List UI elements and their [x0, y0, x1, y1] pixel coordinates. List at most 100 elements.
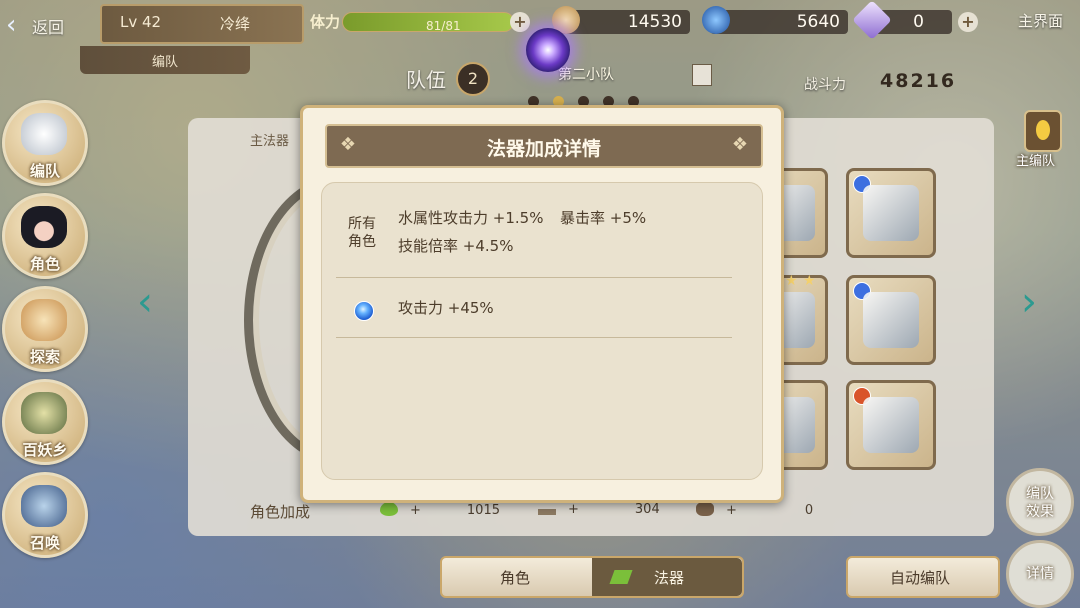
village-icon — [21, 392, 67, 434]
formation-number: 2 — [456, 62, 490, 96]
character-icon — [21, 206, 67, 248]
next-arrow-icon[interactable]: › — [1014, 278, 1044, 326]
add-stamina-button[interactable]: + — [510, 12, 530, 32]
main-team-button[interactable]: 主编队 — [1012, 108, 1068, 170]
main-team-label: 主编队 — [1016, 154, 1056, 169]
nav-summon[interactable]: 召唤 — [2, 472, 88, 558]
auto-team-label: 自动编队 — [890, 569, 951, 587]
auto-team-button[interactable]: 自动编队 — [846, 556, 1000, 598]
currency-coins-value: 14530 — [627, 12, 682, 32]
stat-hp: +1015 — [380, 502, 500, 518]
nav-village-label: 百妖乡 — [22, 441, 68, 459]
dialog-body: 所有角色 水属性攻击力 +1.5% 暴击率 +5% 技能倍率 +4.5% 攻击力… — [321, 182, 763, 480]
stamina-value: 81/81 — [426, 19, 461, 33]
tab-artifact-label: 法器 — [654, 569, 685, 587]
player-name: 冷绛 — [220, 15, 251, 33]
player-panel: Lv 42 冷绛 — [100, 4, 304, 44]
nav-explore-label: 探索 — [29, 348, 60, 366]
back-button[interactable]: ‹ 返回 — [0, 6, 90, 44]
stat-hp-value: 1015 — [466, 503, 500, 518]
tab-artifact[interactable]: 法器 — [592, 558, 742, 596]
currency-spirit-value: 5640 — [796, 12, 840, 32]
tab-character-label: 角色 — [500, 569, 531, 587]
currency-coins: 14530 — [552, 6, 690, 34]
bonus-row-all: 所有角色 水属性攻击力 +1.5% 暴击率 +5% 技能倍率 +4.5% — [336, 183, 732, 278]
currency-spirit: 5640 — [702, 6, 848, 34]
stamina-meter: 体力 81/81 — [308, 8, 530, 34]
nav-village[interactable]: 百妖乡 — [2, 379, 88, 465]
artifact-card[interactable] — [846, 168, 936, 258]
add-gem-button[interactable]: + — [958, 12, 978, 32]
bonus-atk: 攻击力 +45% — [398, 299, 494, 317]
stat-spd: +0 — [696, 502, 813, 518]
nav-explore[interactable]: 探索 — [2, 286, 88, 372]
crystal-icon — [852, 0, 892, 40]
prev-arrow-icon[interactable]: ‹ — [130, 278, 160, 326]
bonus-skill: 技能倍率 +4.5% — [398, 237, 514, 255]
role-bonus-label: 角色加成 — [250, 503, 311, 521]
player-level: Lv 42 — [120, 13, 162, 31]
star-icon: ★ — [785, 273, 798, 289]
team-tab-label: 编队 — [152, 55, 179, 70]
formation-header: 队伍 2 第二小队 — [400, 60, 740, 107]
left-nav: 编队 角色 探索 百妖乡 召唤 — [2, 100, 92, 565]
explore-icon — [21, 299, 67, 341]
bonus-water-atk: 水属性攻击力 +1.5% — [398, 209, 544, 227]
stamina-label: 体力 — [310, 13, 341, 31]
artifact-card[interactable] — [846, 275, 936, 365]
artifact-art — [863, 397, 919, 453]
bonus-category: 所有角色 — [348, 216, 376, 250]
bottom-tabs: 角色 法器 — [440, 556, 744, 598]
sparkle-orb-icon — [526, 28, 570, 72]
team-effect-button[interactable]: 编队效果 — [1006, 468, 1074, 536]
combat-power: 战斗力 48216 — [800, 70, 980, 100]
sword-icon — [538, 509, 556, 515]
detail-label: 详情 — [1026, 566, 1054, 582]
dialog-title: 法器加成详情 — [486, 138, 601, 160]
stat-plus: + — [410, 503, 421, 518]
bonus-crit: 暴击率 +5% — [560, 209, 647, 227]
main-screen-label: 主界面 — [1018, 12, 1064, 30]
nav-team[interactable]: 编队 — [2, 100, 88, 186]
team-effect-label: 编队效果 — [1026, 486, 1054, 520]
currency-gem-value: 0 — [913, 12, 924, 32]
blue-flame-icon — [702, 6, 730, 34]
bonus-row-water: 攻击力 +45% — [336, 277, 732, 338]
nav-character[interactable]: 角色 — [2, 193, 88, 279]
star-icon: ★ — [803, 273, 816, 289]
nav-summon-label: 召唤 — [29, 534, 60, 552]
artifact-leaf-icon — [609, 570, 633, 584]
back-label: 返回 — [32, 18, 65, 37]
stat-plus: + — [726, 503, 737, 518]
edit-name-icon[interactable] — [692, 64, 712, 86]
main-artifact-tag: 主法器 — [250, 134, 290, 149]
nav-character-label: 角色 — [29, 255, 60, 273]
stat-spd-value: 0 — [804, 503, 814, 518]
lantern-icon — [1024, 110, 1062, 152]
stat-atk-value: 304 — [634, 502, 660, 517]
tab-character[interactable]: 角色 — [442, 558, 590, 596]
combat-power-value: 48216 — [880, 70, 957, 92]
main-screen-button[interactable]: 主界面 — [1000, 0, 1080, 52]
stat-atk: +304 — [538, 502, 660, 517]
detail-button[interactable]: 详情 — [1006, 540, 1074, 608]
boot-icon — [696, 502, 714, 516]
team-icon — [21, 113, 67, 155]
artifact-art — [863, 185, 919, 241]
squad-name: 第二小队 — [558, 67, 614, 83]
nav-team-label: 编队 — [29, 162, 60, 180]
team-tab: 编队 — [80, 46, 250, 74]
chevron-left-icon: ‹ — [6, 10, 17, 40]
artifact-art — [863, 292, 919, 348]
water-element-icon — [354, 301, 374, 321]
formation-label: 队伍 — [406, 68, 446, 92]
artifact-card[interactable] — [846, 380, 936, 470]
summon-icon — [21, 485, 67, 527]
dialog-header: ❖ 法器加成详情 ❖ — [325, 124, 763, 168]
combat-power-label: 战斗力 — [804, 77, 846, 93]
artifact-bonus-dialog: ❖ 法器加成详情 ❖ 所有角色 水属性攻击力 +1.5% 暴击率 +5% 技能倍… — [300, 105, 784, 503]
currency-gem: 0 — [852, 0, 952, 40]
stat-plus: + — [568, 502, 579, 517]
heart-icon — [380, 502, 398, 516]
ornament-icon: ❖ — [731, 134, 749, 155]
